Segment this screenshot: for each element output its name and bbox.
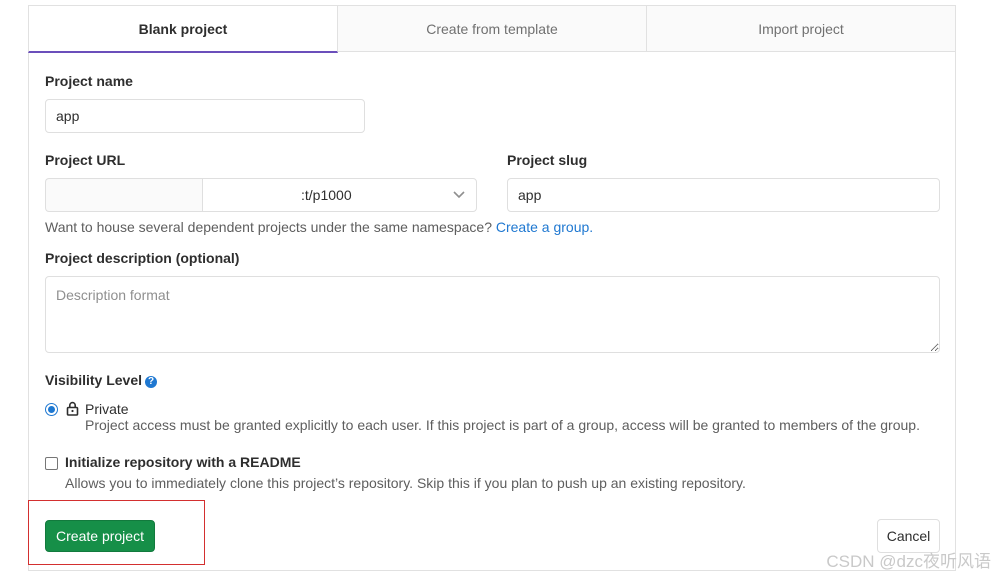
namespace-help-message: Want to house several dependent projects…	[45, 219, 496, 235]
project-slug-input[interactable]: app	[507, 178, 940, 212]
project-slug-value: app	[518, 187, 542, 203]
visibility-level-heading: Visibility Level?	[45, 372, 158, 388]
create-project-button[interactable]: Create project	[45, 520, 155, 552]
project-url-group: :t/p1000	[45, 178, 477, 212]
readme-checkbox[interactable]	[45, 457, 58, 470]
visibility-private-description: Project access must be granted explicitl…	[85, 417, 920, 433]
project-description-label: Project description (optional)	[45, 250, 240, 266]
tab-create-from-template[interactable]: Create from template	[338, 5, 647, 52]
chevron-down-icon	[452, 188, 466, 202]
lock-icon	[66, 401, 79, 419]
visibility-private-label: Private	[85, 401, 129, 417]
namespace-value: :t/p1000	[301, 187, 352, 203]
visibility-private-radio[interactable]	[45, 403, 58, 416]
watermark: CSDN @dzc夜听风语	[826, 552, 991, 571]
visibility-level-label: Visibility Level	[45, 372, 143, 388]
project-name-value: app	[56, 108, 80, 124]
project-url-prefix	[45, 178, 202, 212]
project-tabs: Blank project Create from template Impor…	[28, 5, 956, 53]
project-url-label: Project URL	[45, 152, 126, 168]
project-slug-label: Project slug	[507, 152, 588, 168]
readme-label: Initialize repository with a README	[65, 454, 301, 470]
tab-import-project[interactable]: Import project	[647, 5, 956, 52]
readme-description: Allows you to immediately clone this pro…	[65, 475, 746, 491]
tab-blank-project[interactable]: Blank project	[28, 5, 338, 53]
namespace-help-text: Want to house several dependent projects…	[45, 219, 593, 235]
namespace-select[interactable]: :t/p1000	[202, 178, 477, 212]
create-group-link[interactable]: Create a group.	[496, 219, 593, 235]
radio-selected-dot	[48, 406, 55, 413]
project-description-textarea[interactable]	[45, 276, 940, 353]
question-circle-icon[interactable]: ?	[145, 375, 158, 388]
project-name-label: Project name	[45, 73, 133, 89]
project-name-input[interactable]: app	[45, 99, 365, 133]
